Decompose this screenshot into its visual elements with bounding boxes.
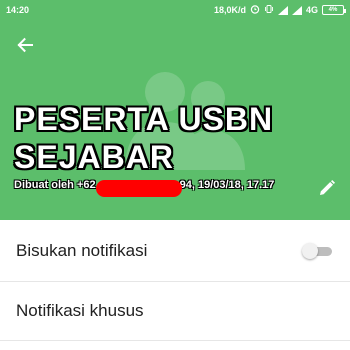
signal-icon: [277, 5, 288, 15]
battery-percent: 4%: [328, 7, 338, 13]
status-bar: 14:20 18,0K/d 4G 4%: [0, 0, 350, 20]
pencil-icon: [318, 179, 336, 202]
network-type: 4G: [305, 5, 318, 15]
redaction-mark: [96, 180, 182, 197]
signal-icon-2: [291, 5, 302, 15]
mute-notifications-row[interactable]: Bisukan notifikasi: [0, 222, 350, 280]
group-title: PESERTA USBN SEJABAR: [14, 101, 274, 175]
mute-notifications-label: Bisukan notifikasi: [16, 241, 148, 260]
status-icons: 18,0K/d 4G 4%: [213, 4, 346, 16]
arrow-back-icon: [16, 36, 34, 59]
toggle-thumb: [302, 243, 318, 259]
network-speed: 18,0K/d: [213, 5, 246, 15]
edit-group-button[interactable]: [314, 177, 340, 203]
custom-notifications-label: Notifikasi khusus: [16, 300, 144, 320]
group-header: PESERTA USBN SEJABAR Dibuat oleh +62 94, …: [0, 20, 350, 220]
status-time: 14:20: [6, 5, 30, 15]
battery-icon: 4%: [322, 5, 346, 15]
divider: [0, 340, 350, 341]
created-prefix: Dibuat oleh +62: [14, 179, 96, 191]
back-button[interactable]: [12, 34, 38, 60]
created-suffix: 94, 19/03/18, 17.17: [179, 179, 275, 191]
vibrate-icon: [264, 4, 274, 16]
custom-notifications-row[interactable]: Notifikasi khusus: [0, 281, 350, 339]
alarm-icon: [250, 4, 260, 16]
mute-notifications-toggle[interactable]: [302, 243, 334, 259]
